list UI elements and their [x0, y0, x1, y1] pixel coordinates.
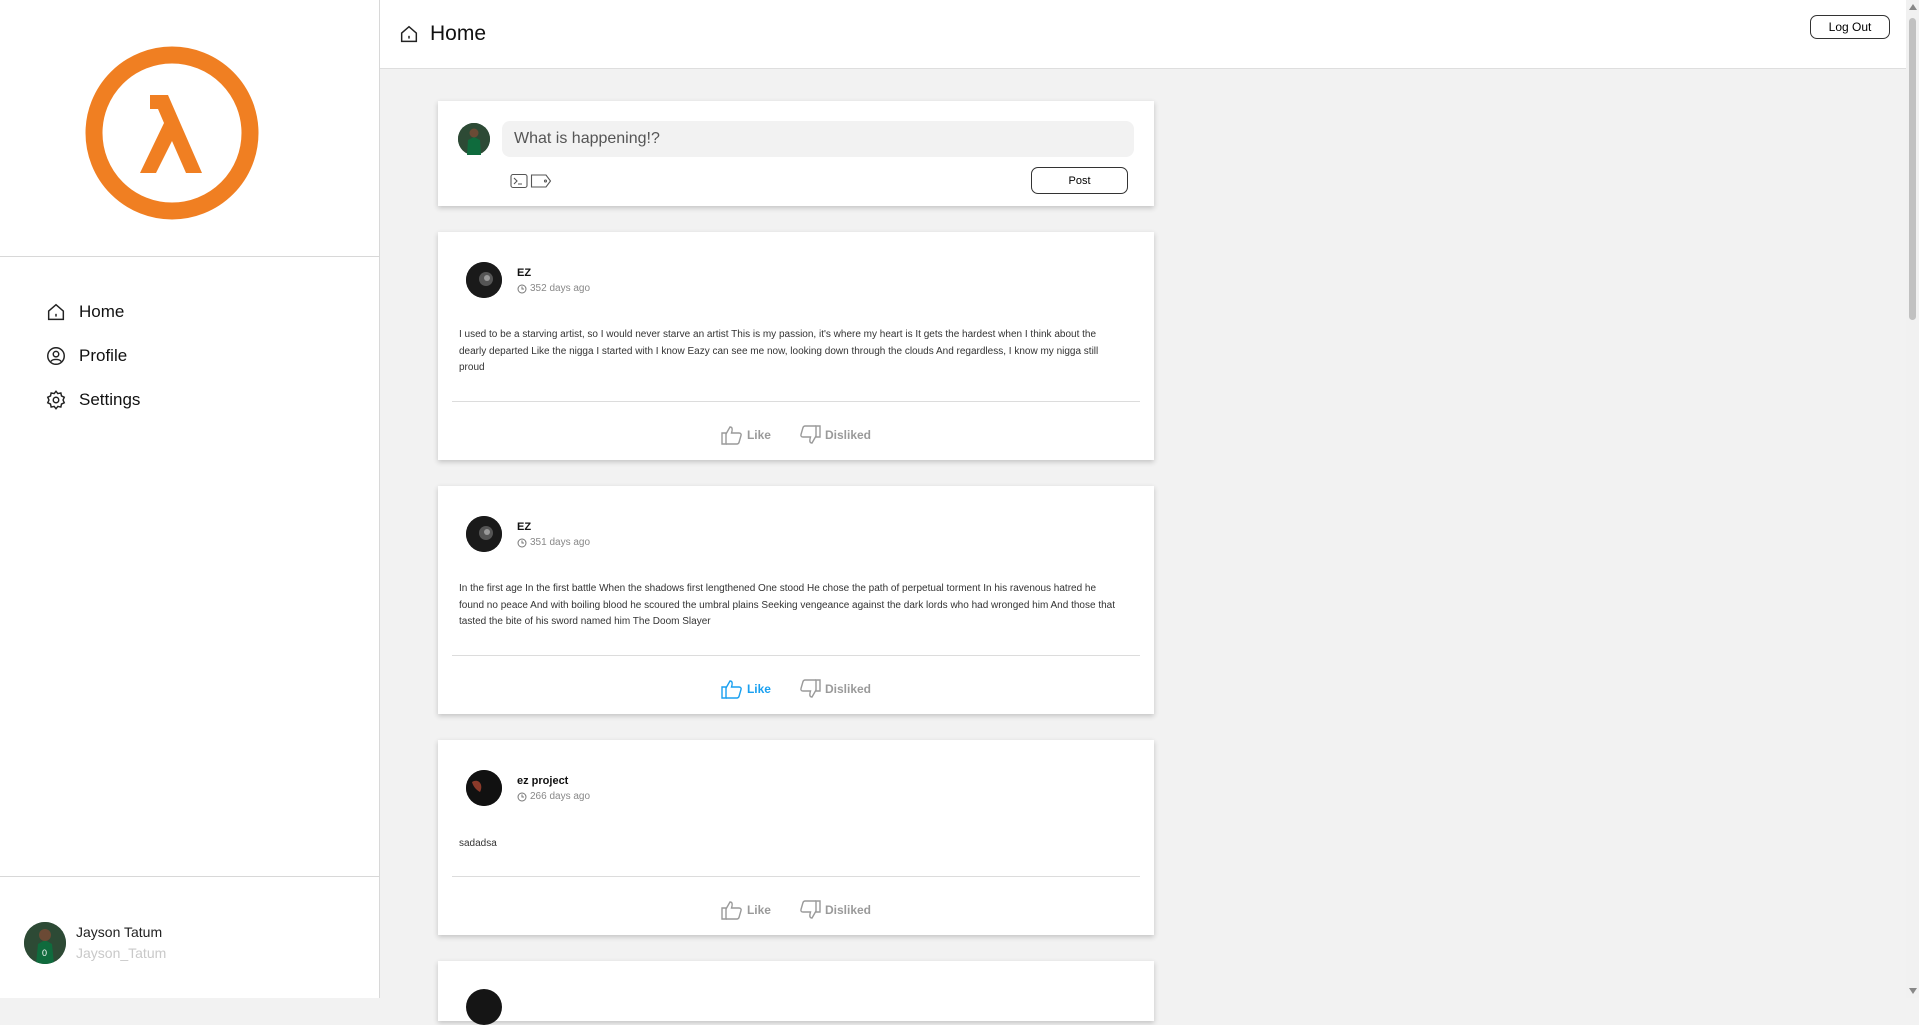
user-circle-icon — [47, 347, 65, 365]
svg-text:0: 0 — [42, 948, 47, 958]
thumbs-down-icon — [800, 900, 821, 919]
code-icon[interactable] — [510, 173, 528, 189]
sidebar-item-label: Home — [79, 302, 125, 321]
page-title: Home — [398, 22, 486, 46]
scroll-thumb[interactable] — [1909, 18, 1916, 320]
dislike-button[interactable]: Disliked — [799, 679, 871, 699]
post-card: ez project 266 days ago sadadsa Like Dis… — [438, 740, 1154, 935]
post-body: In the first age In the first battle Whe… — [459, 583, 1116, 627]
sidebar-nav: Home Profile Settings — [45, 290, 140, 422]
thumbs-up-icon — [721, 426, 742, 445]
post-card: EZ 352 days ago I used to be a starving … — [438, 232, 1154, 460]
post-actions: Like Disliked — [438, 900, 1154, 920]
sidebar: Home Profile Settings 0 Jayson Tatum Jay… — [0, 0, 380, 998]
thumbs-down-icon — [800, 679, 821, 698]
clock-icon — [517, 284, 527, 293]
post-card — [438, 961, 1154, 1025]
post-text-input[interactable] — [502, 121, 1134, 157]
page-title-text: Home — [430, 22, 487, 45]
post-timestamp: 352 days ago — [517, 283, 590, 294]
post-body: sadadsa — [459, 838, 497, 849]
like-button[interactable]: Like — [721, 900, 771, 920]
clock-icon — [517, 538, 527, 547]
sidebar-item-settings[interactable]: Settings — [45, 378, 140, 422]
composer-tools — [510, 173, 552, 189]
user-handle: Jayson_Tatum — [76, 945, 167, 961]
avatar[interactable] — [466, 516, 502, 552]
post-body: I used to be a starving artist, so I wou… — [459, 329, 1099, 373]
sidebar-item-label: Profile — [79, 346, 128, 365]
sidebar-item-profile[interactable]: Profile — [45, 334, 140, 378]
top-header: Home — [380, 0, 1906, 69]
post-button[interactable]: Post — [1031, 167, 1128, 194]
clock-icon — [517, 792, 527, 801]
divider — [452, 401, 1140, 402]
like-button[interactable]: Like — [721, 425, 771, 445]
post-author[interactable]: EZ — [517, 521, 531, 533]
thumbs-up-icon — [721, 680, 742, 699]
current-user[interactable]: 0 Jayson Tatum Jayson_Tatum — [0, 876, 379, 998]
logout-button[interactable]: Log Out — [1810, 15, 1890, 39]
divider — [452, 655, 1140, 656]
avatar[interactable]: 0 — [24, 922, 66, 964]
post-card: EZ 351 days ago In the first age In the … — [438, 486, 1154, 714]
lambda-logo-icon[interactable] — [82, 43, 262, 223]
logo-area — [0, 0, 379, 257]
dislike-button[interactable]: Disliked — [799, 900, 871, 920]
divider — [452, 876, 1140, 877]
post-composer: Post — [438, 101, 1154, 206]
home-icon — [47, 303, 65, 321]
post-actions: Like Disliked — [438, 425, 1154, 445]
thumbs-up-icon — [721, 901, 742, 920]
post-timestamp: 351 days ago — [517, 537, 590, 548]
avatar[interactable] — [466, 989, 502, 1025]
post-author[interactable]: ez project — [517, 775, 568, 787]
scroll-down-arrow[interactable] — [1909, 988, 1917, 994]
dislike-button[interactable]: Disliked — [799, 425, 871, 445]
avatar[interactable] — [466, 770, 502, 806]
like-button[interactable]: Like — [721, 679, 771, 699]
avatar[interactable] — [466, 262, 502, 298]
tag-icon[interactable] — [530, 173, 552, 189]
sidebar-item-home[interactable]: Home — [45, 290, 140, 334]
post-author[interactable]: EZ — [517, 267, 531, 279]
user-name: Jayson Tatum — [76, 924, 163, 940]
gear-icon — [46, 390, 66, 410]
post-actions: Like Disliked — [438, 679, 1154, 699]
avatar[interactable] — [458, 123, 490, 155]
thumbs-down-icon — [800, 425, 821, 444]
scroll-up-arrow[interactable] — [1909, 4, 1917, 10]
sidebar-item-label: Settings — [79, 390, 141, 409]
home-icon — [400, 25, 418, 43]
page-scrollbar[interactable] — [1906, 0, 1919, 998]
post-timestamp: 266 days ago — [517, 791, 590, 802]
